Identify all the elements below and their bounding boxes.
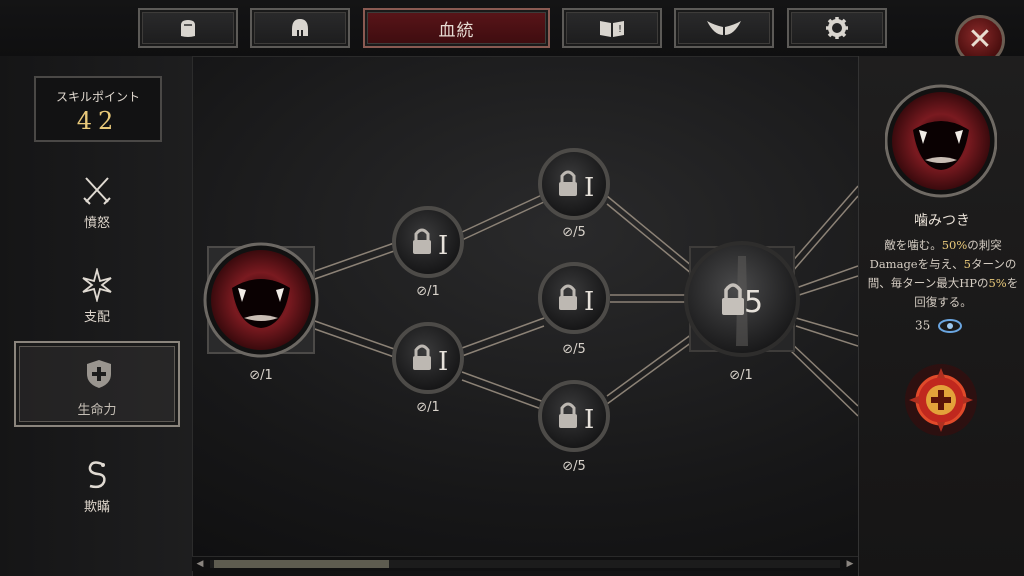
node-count: ⊘/1	[729, 368, 753, 383]
tab-gear[interactable]	[138, 8, 238, 48]
node-count: ⊘/5	[562, 459, 586, 474]
svg-text:I: I	[584, 287, 594, 317]
scroll-right-icon[interactable]: ▶	[844, 558, 856, 570]
node-count: ⊘/5	[562, 225, 586, 240]
svg-text:I: I	[584, 405, 594, 435]
skill-node[interactable]: I	[392, 322, 464, 394]
skill-points-box: スキルポイント 42	[34, 76, 162, 142]
gear-icon	[826, 17, 848, 39]
skill-node-ultimate-locked[interactable]: 5	[684, 241, 800, 357]
category-wrath[interactable]: 憤怒	[14, 168, 180, 246]
node-count: ⊘/1	[416, 284, 440, 299]
scroll-thumb[interactable]	[214, 560, 389, 568]
tab-wings[interactable]	[674, 8, 774, 48]
scroll-left-icon[interactable]: ◀	[194, 558, 206, 570]
skill-node-locked[interactable]: I	[538, 380, 610, 452]
svg-text:5: 5	[744, 285, 763, 320]
shield-cross-icon	[87, 360, 111, 388]
skill-points-value: 42	[76, 107, 120, 135]
category-label: 生命力	[77, 403, 117, 418]
category-label: 憤怒	[83, 216, 110, 231]
svg-text:I: I	[584, 173, 594, 203]
skill-cost: 35	[915, 318, 963, 334]
skill-node-locked[interactable]: I	[538, 262, 610, 334]
tab-bloodline[interactable]: 血統	[363, 8, 550, 48]
tab-codex[interactable]: !	[562, 8, 662, 48]
skill-node-locked[interactable]: I	[392, 206, 464, 278]
helmet-icon	[292, 19, 308, 36]
skill-tree: I I I I I 5	[203, 148, 858, 452]
skill-detail-panel: 噛みつき 敵を噛む。50%の刺突Damageを与え、5ターンの間、毎ターン最大H…	[858, 56, 1024, 576]
tab-bloodline-label: 血統	[438, 20, 475, 41]
bag-icon	[181, 20, 195, 37]
svg-text:I: I	[438, 231, 448, 261]
skill-detail-name: 噛みつき	[914, 213, 970, 229]
horizontal-scrollbar[interactable]: ◀ ▶	[192, 556, 858, 571]
close-icon: ✕	[967, 22, 993, 57]
category-label: 支配	[83, 310, 110, 325]
skill-detail-description: 敵を噛む。50%の刺突Damageを与え、5ターンの間、毎ターン最大HPの5%を…	[867, 238, 1019, 309]
skill-node-locked[interactable]: I	[538, 148, 610, 220]
node-count: ⊘/5	[562, 342, 586, 357]
star-burst-icon	[82, 268, 112, 302]
wings-icon	[707, 21, 741, 35]
skill-node-bite[interactable]	[203, 242, 319, 358]
top-nav-bar: 血統 !	[0, 0, 1024, 57]
serpent-icon	[88, 461, 106, 489]
category-domination[interactable]: 支配	[14, 262, 180, 340]
crossed-swords-icon	[83, 177, 111, 205]
skill-points-label: スキルポイント	[55, 90, 140, 104]
node-count: ⊘/1	[416, 400, 440, 415]
blood-essence-icon	[938, 319, 963, 333]
category-deception[interactable]: 欺瞞	[14, 452, 180, 530]
tab-settings[interactable]	[787, 8, 887, 48]
learn-skill-button[interactable]	[901, 360, 981, 440]
tab-helmet[interactable]	[250, 8, 350, 48]
category-vitality[interactable]: 生命力	[14, 341, 180, 427]
svg-text:I: I	[438, 347, 448, 377]
book-icon: !	[600, 21, 624, 37]
category-label: 欺瞞	[83, 500, 110, 515]
skill-cost-value: 35	[915, 318, 931, 333]
skill-detail-portrait	[885, 84, 997, 198]
node-count-bite: ⊘/1	[249, 368, 273, 383]
svg-text:!: !	[618, 24, 622, 35]
